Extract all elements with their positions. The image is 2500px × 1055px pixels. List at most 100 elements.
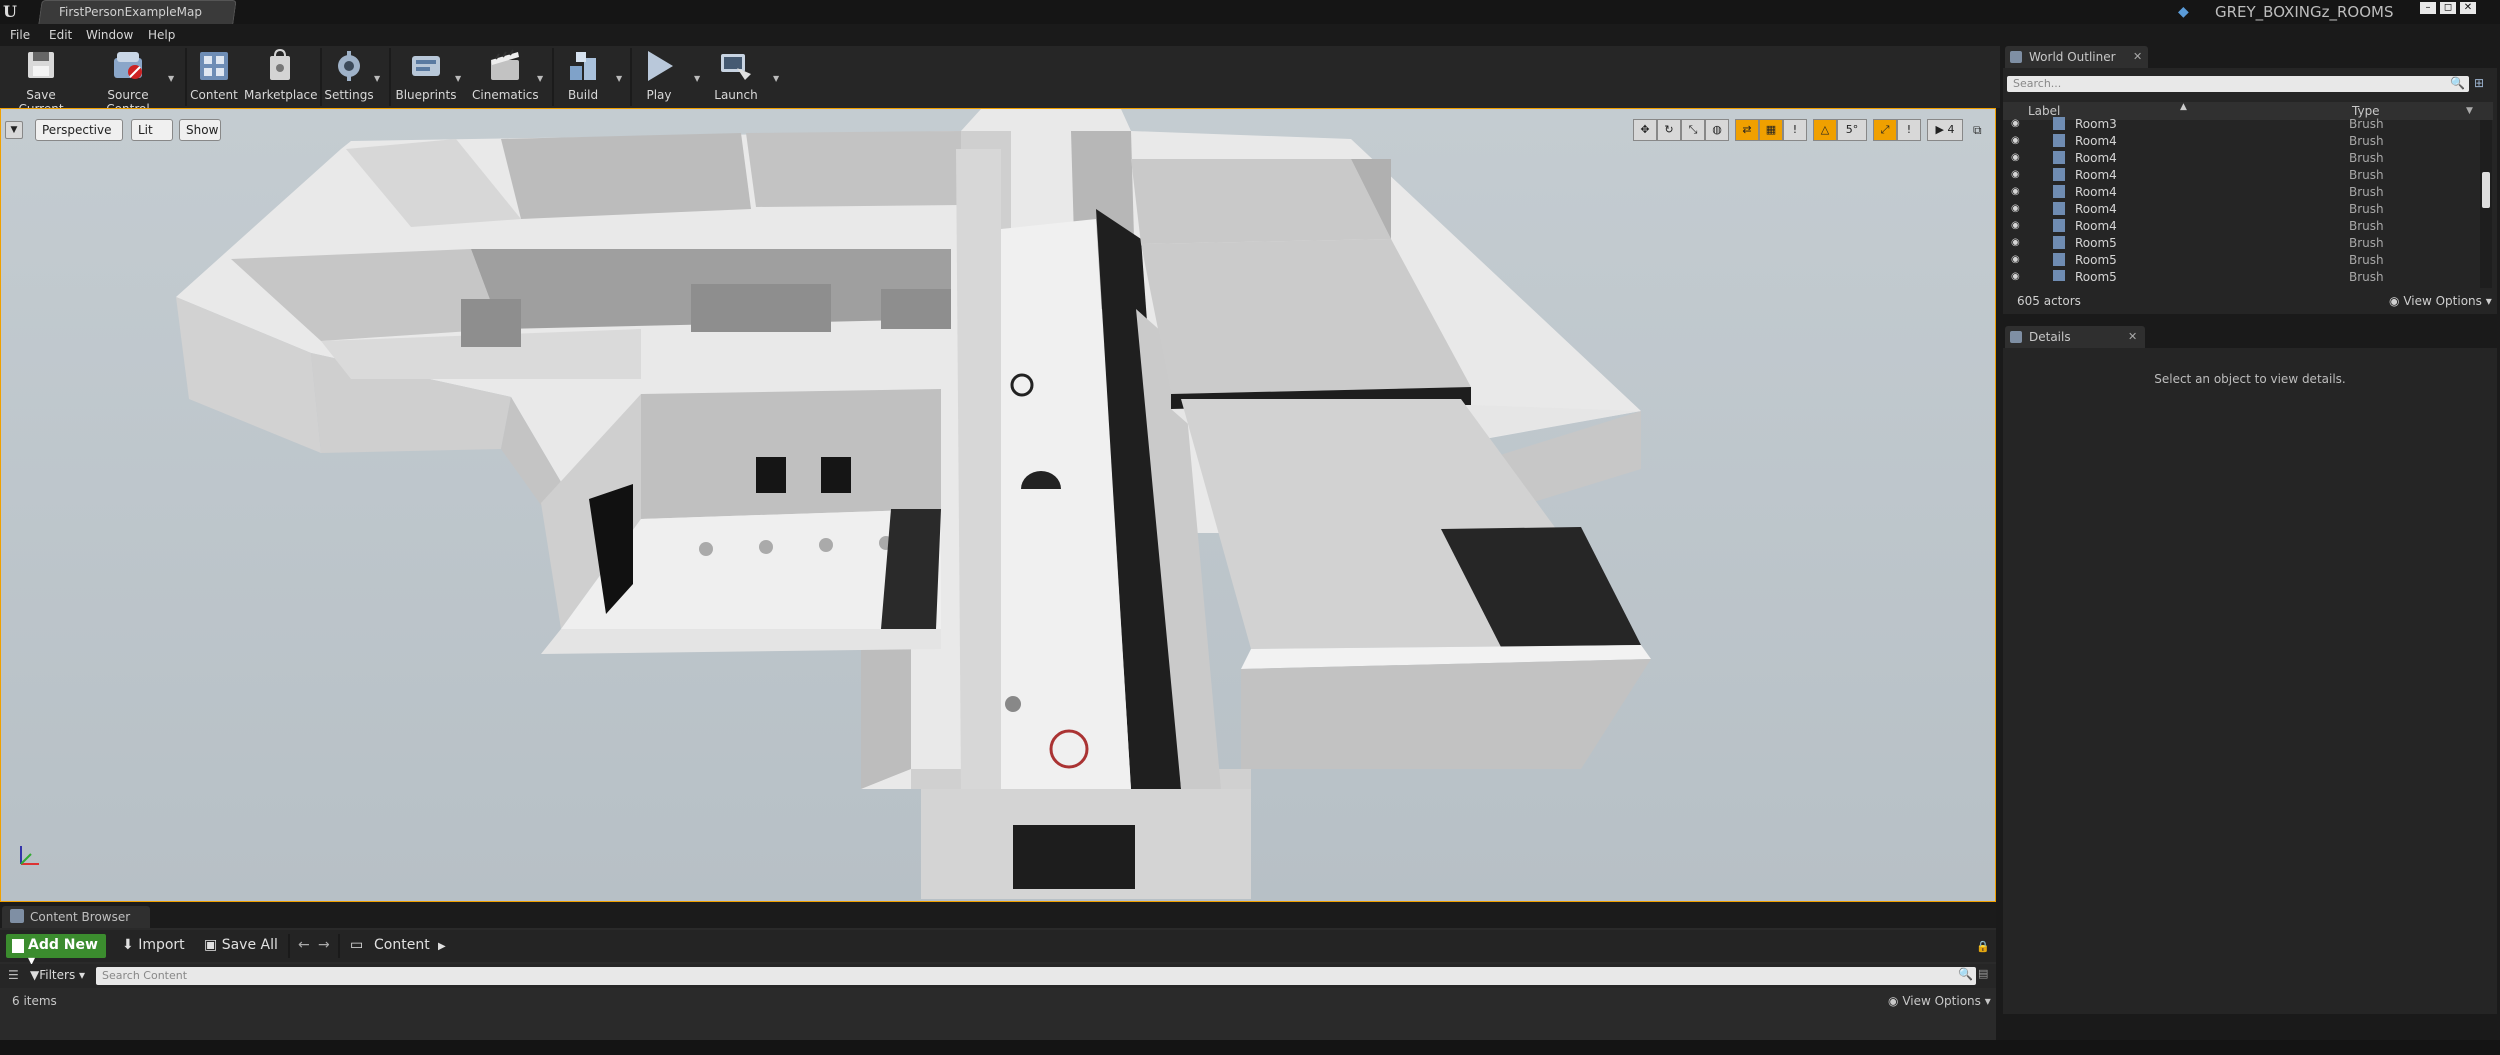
visibility-eye-icon[interactable]: ◉: [2011, 186, 2020, 197]
save-all-button[interactable]: ▣ Save All: [204, 937, 278, 953]
level-scene-render: [20, 109, 1651, 899]
menu-file[interactable]: File: [10, 28, 30, 42]
scale-size-icon[interactable]: !: [1897, 119, 1921, 141]
camera-speed-button[interactable]: ▶ 4: [1927, 119, 1963, 141]
play-dropdown-icon[interactable]: ▼: [694, 74, 702, 83]
outliner-row[interactable]: ◉ Room4 Brush: [2003, 133, 2483, 150]
source-control-button[interactable]: Source Control: [84, 48, 172, 116]
cb-view-options-button[interactable]: ◉ View Options ▾: [1888, 994, 1991, 1008]
brush-icon: [2053, 236, 2065, 249]
visibility-eye-icon[interactable]: ◉: [2011, 254, 2020, 265]
outliner-row[interactable]: ◉ Room5 Brush: [2003, 269, 2483, 281]
level-viewport[interactable]: ▼ Perspective Lit Show ✥ ↻ ⤡ ◍ ⇄ ▦ ! △ 5…: [0, 108, 1996, 902]
settings-button[interactable]: Settings: [324, 48, 374, 106]
outliner-scrollbar-thumb[interactable]: [2482, 172, 2490, 208]
marketplace-button[interactable]: Marketplace: [244, 48, 318, 106]
visibility-eye-icon[interactable]: ◉: [2011, 203, 2020, 214]
save-current-button[interactable]: Save Current: [4, 48, 78, 116]
toolbar-separator: [320, 48, 322, 106]
path-arrow-icon[interactable]: ▶: [438, 941, 446, 952]
world-outliner-close-icon[interactable]: ✕: [2133, 50, 2142, 63]
outliner-row[interactable]: ◉ Room4 Brush: [2003, 150, 2483, 167]
launch-button[interactable]: Launch: [708, 48, 764, 106]
outliner-row[interactable]: ◉ Room5 Brush: [2003, 252, 2483, 269]
details-empty-message: Select an object to view details.: [2154, 372, 2346, 386]
sources-toggle-icon[interactable]: ☰: [8, 968, 19, 982]
blueprints-button[interactable]: Blueprints: [394, 48, 458, 106]
scale-snap-icon[interactable]: ⤢: [1873, 119, 1897, 141]
outliner-row[interactable]: ◉ Room4 Brush: [2003, 201, 2483, 218]
brush-icon: [2053, 185, 2065, 198]
column-type-dropdown-icon[interactable]: ▼: [2466, 106, 2473, 116]
play-label: Play: [646, 88, 672, 102]
history-back-icon[interactable]: ←: [298, 937, 310, 953]
unreal-logo-icon[interactable]: U: [3, 2, 25, 22]
grid-snap-icon[interactable]: ▦: [1759, 119, 1783, 141]
visibility-eye-icon[interactable]: ◉: [2011, 135, 2020, 146]
launch-dropdown-icon[interactable]: ▼: [773, 74, 781, 83]
menu-help[interactable]: Help: [148, 28, 175, 42]
world-local-icon[interactable]: ◍: [1705, 119, 1729, 141]
sort-ascending-icon[interactable]: ▲: [2180, 102, 2187, 112]
visibility-eye-icon[interactable]: ◉: [2011, 271, 2020, 281]
surface-snap-icon[interactable]: ⇄: [1735, 119, 1759, 141]
add-folder-icon[interactable]: ⊞: [2474, 76, 2484, 90]
build-button[interactable]: Build: [558, 48, 608, 106]
visibility-eye-icon[interactable]: ◉: [2011, 118, 2020, 129]
brush-icon: [2053, 253, 2065, 266]
maximize-viewport-icon[interactable]: ⧉: [1973, 123, 1989, 139]
camera-speed-label: 4: [1947, 123, 1955, 136]
content-search-input[interactable]: Search Content: [96, 967, 1976, 985]
details-close-icon[interactable]: ✕: [2128, 330, 2137, 343]
menu-edit[interactable]: Edit: [49, 28, 72, 42]
filters-button[interactable]: ▼Filters ▾: [30, 968, 85, 982]
minimize-button[interactable]: –: [2420, 2, 2436, 14]
build-dropdown-icon[interactable]: ▼: [616, 74, 624, 83]
document-tab[interactable]: FirstPersonExampleMap: [38, 0, 237, 24]
content-button[interactable]: Content: [190, 48, 238, 106]
blueprints-dropdown-icon[interactable]: ▼: [455, 74, 463, 83]
actor-type: Brush: [2349, 270, 2384, 281]
rotation-size-button[interactable]: 5°: [1837, 119, 1867, 141]
show-button[interactable]: Show: [179, 119, 221, 141]
save-search-icon[interactable]: ▤: [1978, 967, 1992, 981]
lock-icon[interactable]: 🔒: [1976, 940, 1990, 953]
rotate-icon[interactable]: ↻: [1657, 119, 1681, 141]
outliner-row[interactable]: ◉ Room5 Brush: [2003, 235, 2483, 252]
history-forward-icon[interactable]: →: [318, 937, 330, 953]
outliner-row[interactable]: ◉ Room4 Brush: [2003, 184, 2483, 201]
rotation-snap-icon[interactable]: △: [1813, 119, 1837, 141]
scale-icon[interactable]: ⤡: [1681, 119, 1705, 141]
close-button[interactable]: ✕: [2460, 2, 2476, 14]
translate-icon[interactable]: ✥: [1633, 119, 1657, 141]
world-outliner-tab[interactable]: World Outliner: [2005, 46, 2148, 68]
outliner-row[interactable]: ◉ Room4 Brush: [2003, 167, 2483, 184]
visibility-eye-icon[interactable]: ◉: [2011, 220, 2020, 231]
content-browser-tab[interactable]: Content Browser: [2, 906, 150, 928]
brush-icon: [2053, 202, 2065, 215]
menu-window[interactable]: Window: [86, 28, 133, 42]
import-button[interactable]: ⬇ Import: [122, 937, 185, 953]
settings-dropdown-icon[interactable]: ▼: [374, 74, 382, 83]
actor-type: Brush: [2349, 236, 2384, 250]
filters-label: Filters: [39, 968, 76, 982]
grid-size-icon[interactable]: !: [1783, 119, 1807, 141]
visibility-eye-icon[interactable]: ◉: [2011, 237, 2020, 248]
path-content[interactable]: Content: [374, 937, 430, 953]
viewport-options-dropdown-icon[interactable]: ▼: [5, 121, 23, 139]
cinematics-dropdown-icon[interactable]: ▼: [537, 74, 545, 83]
lit-button[interactable]: Lit: [131, 119, 173, 141]
play-icon: [648, 51, 673, 81]
outliner-row[interactable]: ◉ Room3 Brush: [2003, 116, 2483, 133]
wo-view-options-button[interactable]: ◉ View Options ▾: [2389, 294, 2492, 308]
maximize-button[interactable]: ◻: [2440, 2, 2456, 14]
source-control-dropdown-icon[interactable]: ▼: [168, 74, 176, 83]
details-tab[interactable]: Details: [2005, 326, 2145, 348]
cinematics-button[interactable]: Cinematics: [472, 48, 539, 106]
visibility-eye-icon[interactable]: ◉: [2011, 152, 2020, 163]
outliner-search-input[interactable]: Search...: [2007, 76, 2469, 92]
perspective-button[interactable]: Perspective: [35, 119, 123, 141]
play-button[interactable]: Play: [634, 48, 684, 106]
outliner-row[interactable]: ◉ Room4 Brush: [2003, 218, 2483, 235]
visibility-eye-icon[interactable]: ◉: [2011, 169, 2020, 180]
